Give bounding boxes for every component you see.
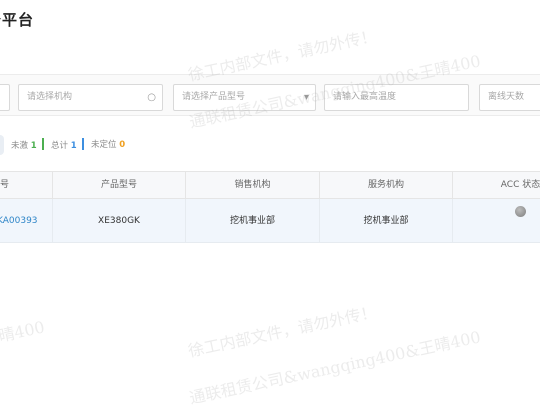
column-header-acc-status[interactable]: ACC 状态 bbox=[453, 172, 540, 200]
search-icon[interactable]: ○ bbox=[147, 85, 156, 110]
cell-sales-org: 挖机事业部 bbox=[186, 199, 320, 243]
watermark-text: 晴400 bbox=[0, 317, 47, 346]
cell-model: XE380GK bbox=[53, 199, 186, 243]
cell-service-org: 挖机事业部 bbox=[320, 199, 453, 243]
stat-inactive-count: 1 bbox=[30, 141, 37, 151]
filter-field-partial[interactable] bbox=[0, 84, 10, 111]
filter-bar: 请选择机构 ○ 请选择产品型号 ▾ 请输入最高温度 离线天数 bbox=[0, 74, 540, 116]
page-title: 务平台 bbox=[0, 11, 35, 29]
table-row[interactable]: KA00393 XE380GK 挖机事业部 挖机事业部 bbox=[0, 199, 540, 243]
column-header-service-org[interactable]: 服务机构 bbox=[320, 172, 453, 200]
column-header-model[interactable]: 产品型号 bbox=[53, 172, 186, 200]
device-id-link[interactable]: KA00393 bbox=[0, 199, 53, 243]
watermark-text: 徐工内部文件，请勿外传！ bbox=[186, 302, 379, 361]
stat-inactive[interactable]: 未激 1 bbox=[11, 138, 45, 151]
cell-acc-status bbox=[453, 199, 540, 243]
watermark-text: 通联租赁公司&wangqing400&王晴400 bbox=[187, 327, 483, 406]
org-select[interactable]: 请选择机构 ○ bbox=[18, 84, 163, 111]
stats-summary: 未激 1 总计 1 未定位 0 bbox=[0, 130, 540, 160]
inactive-bar-icon bbox=[42, 138, 45, 150]
column-header-sales-org[interactable]: 销售机构 bbox=[186, 172, 320, 200]
total-bar-icon bbox=[82, 138, 85, 150]
stat-total[interactable]: 总计 1 bbox=[51, 138, 85, 151]
stat-unlocated[interactable]: 未定位 0 bbox=[91, 138, 125, 150]
offline-days-input[interactable]: 离线天数 bbox=[479, 84, 540, 111]
stat-unlocated-count: 0 bbox=[119, 140, 126, 150]
page-header: 务平台 bbox=[0, 0, 540, 50]
column-header-id[interactable]: 号 bbox=[0, 172, 53, 200]
code-input[interactable]: 请输入最高温度 bbox=[324, 84, 469, 111]
code-input-placeholder: 请输入最高温度 bbox=[333, 92, 397, 102]
stat-total-count: 1 bbox=[70, 141, 77, 151]
status-dot-icon bbox=[515, 206, 526, 217]
table-header: 号 产品型号 销售机构 服务机构 ACC 状态 bbox=[0, 171, 540, 200]
model-select[interactable]: 请选择产品型号 ▾ bbox=[173, 84, 316, 111]
caret-down-icon[interactable]: ▾ bbox=[304, 85, 309, 110]
offline-days-placeholder: 离线天数 bbox=[488, 92, 525, 102]
org-select-placeholder: 请选择机构 bbox=[27, 92, 73, 102]
model-select-placeholder: 请选择产品型号 bbox=[182, 92, 246, 102]
